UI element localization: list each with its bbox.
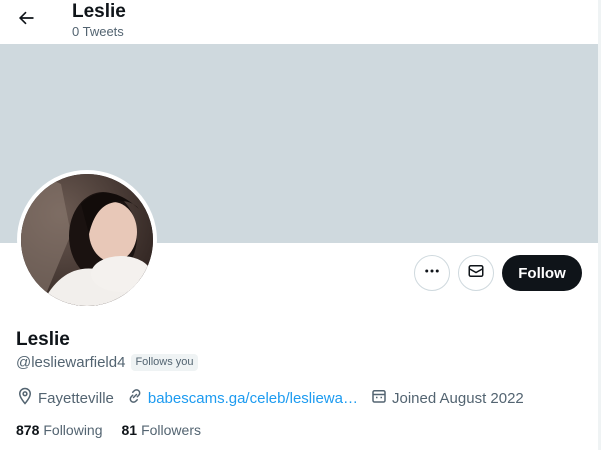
follow-button[interactable]: Follow: [502, 255, 582, 291]
message-button[interactable]: [458, 255, 494, 291]
follows-you-badge: Follows you: [131, 353, 198, 371]
header-title: Leslie: [72, 1, 126, 22]
user-handle: @lesliewarfield4: [16, 353, 126, 371]
calendar-icon: [370, 387, 392, 409]
arrow-left-icon: [16, 8, 36, 33]
joined-text: Joined August 2022: [392, 389, 524, 407]
link-icon: [126, 387, 148, 409]
website-item: babescams.ga/celeb/lesliewa…: [126, 387, 358, 409]
followers-label: Followers: [141, 422, 201, 438]
location-item: Fayetteville: [16, 387, 114, 409]
follow-stats: 878 Following 81 Followers: [16, 421, 220, 439]
back-button[interactable]: [10, 4, 42, 36]
location-text: Fayetteville: [38, 389, 114, 407]
avatar[interactable]: [17, 170, 157, 310]
joined-item: Joined August 2022: [370, 387, 524, 409]
profile-header-bar: Leslie 0 Tweets: [0, 0, 601, 44]
following-link[interactable]: 878 Following: [16, 422, 103, 438]
location-pin-icon: [16, 387, 38, 409]
website-link[interactable]: babescams.ga/celeb/lesliewa…: [148, 390, 358, 407]
tweet-count: 0 Tweets: [72, 24, 124, 39]
followers-link[interactable]: 81 Followers: [122, 422, 201, 438]
more-button[interactable]: [414, 255, 450, 291]
followers-count: 81: [121, 422, 138, 438]
profile-meta: Fayetteville babescams.ga/celeb/lesliewa…: [16, 387, 536, 409]
more-horizontal-icon: [423, 262, 441, 285]
following-count: 878: [16, 422, 40, 438]
envelope-icon: [467, 262, 485, 285]
display-name: Leslie: [16, 329, 70, 350]
following-label: Following: [43, 422, 103, 438]
handle-row: @lesliewarfield4 Follows you: [16, 353, 198, 371]
